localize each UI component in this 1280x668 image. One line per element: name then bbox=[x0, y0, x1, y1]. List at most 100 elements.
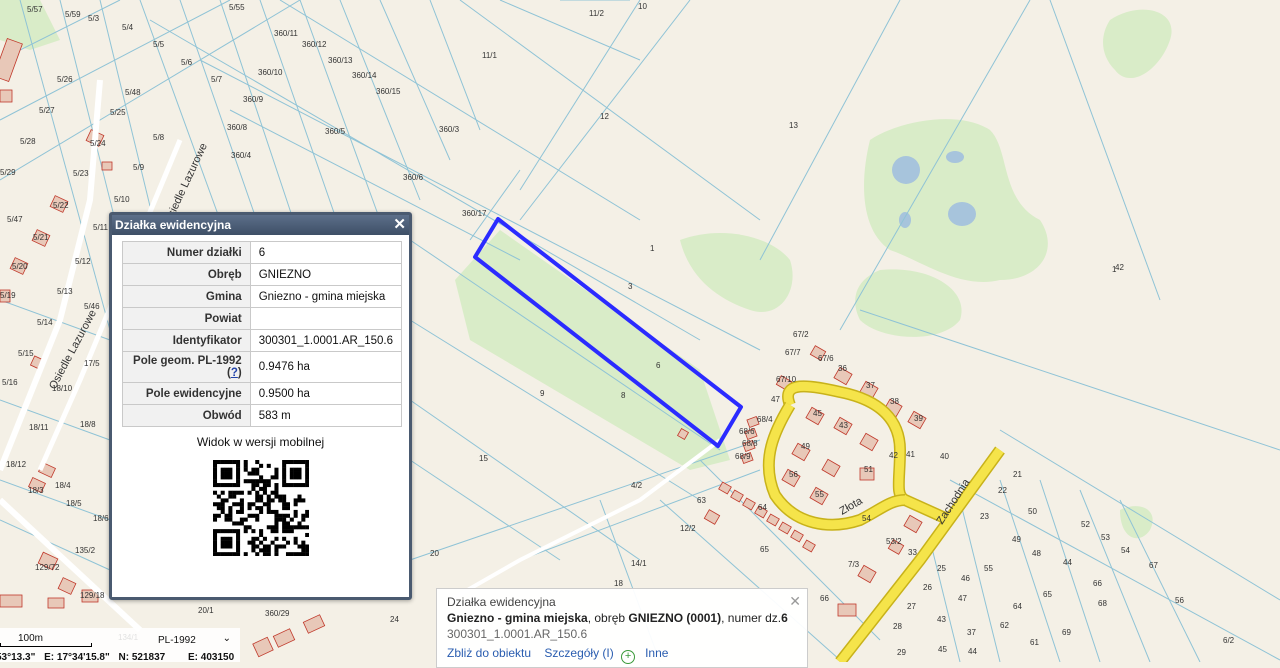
parcel-number-label: 18/3 bbox=[28, 486, 44, 495]
parcel-number-label: 5/25 bbox=[110, 108, 126, 117]
table-row: Pole ewidencyjne 0.9500 ha bbox=[122, 382, 403, 405]
attr-value: 6 bbox=[249, 241, 403, 264]
parcel-number-label: 44 bbox=[1063, 558, 1072, 567]
parcel-number-label: 1 bbox=[650, 244, 655, 253]
popup-header: Działka ewidencyjna ✕ bbox=[112, 215, 409, 235]
info-text: , obręb bbox=[587, 611, 629, 625]
parcel-number-label: 6 bbox=[656, 361, 661, 370]
attr-value: 300301_1.0001.AR_150.6 bbox=[249, 329, 403, 352]
parcel-number-label: 360/13 bbox=[328, 56, 353, 65]
table-row: Gmina Gniezno - gmina miejska bbox=[122, 285, 403, 308]
parcel-number-label: 64 bbox=[758, 503, 767, 512]
parcel-number-label: 5/57 bbox=[27, 5, 43, 14]
parcel-number-label: 5/48 bbox=[125, 88, 141, 97]
other-link[interactable]: Inne bbox=[645, 646, 668, 660]
table-row: Obwód 583 m bbox=[122, 404, 403, 427]
crs-select[interactable]: PL-1992 ⌄ bbox=[150, 633, 234, 648]
info-description: Gniezno - gmina miejska, obręb GNIEZNO (… bbox=[447, 611, 797, 625]
parcel-number-label: 22 bbox=[998, 486, 1007, 495]
info-obreb: GNIEZNO (0001) bbox=[628, 611, 722, 625]
parcel-number-label: 67/10 bbox=[776, 375, 797, 384]
parcel-number-label: 18/4 bbox=[55, 481, 71, 490]
help-link[interactable]: ? bbox=[231, 367, 238, 379]
parcel-number-label: 65 bbox=[1043, 590, 1052, 599]
parcel-number-label: 15 bbox=[479, 454, 488, 463]
parcel-number-label: 67/7 bbox=[785, 348, 801, 357]
parcel-number-label: 39 bbox=[914, 414, 923, 423]
attr-value bbox=[249, 307, 403, 330]
details-link[interactable]: Szczegóły (I) bbox=[544, 646, 613, 660]
parcel-number-label: 24 bbox=[390, 615, 399, 624]
zoom-to-object-link[interactable]: Zbliż do obiektu bbox=[447, 646, 531, 660]
parcel-number-label: 45 bbox=[938, 645, 947, 654]
parcel-number-label: 5/4 bbox=[122, 23, 134, 32]
scale-line bbox=[0, 643, 92, 647]
parcel-number-label: 7/3 bbox=[848, 560, 860, 569]
parcel-number-label: 9 bbox=[540, 389, 545, 398]
parcel-number-label: 12/2 bbox=[680, 524, 696, 533]
table-row: Obręb GNIEZNO bbox=[122, 263, 403, 286]
parcel-number-label: 129/18 bbox=[80, 591, 105, 600]
info-actions: Zbliż do obiektu Szczegóły (I) + Inne bbox=[447, 646, 797, 664]
parcel-number-label: 5/24 bbox=[90, 139, 106, 148]
parcel-number-label: 6/2 bbox=[1223, 636, 1235, 645]
parcel-number-label: 21 bbox=[1013, 470, 1022, 479]
parcel-number-label: 49 bbox=[801, 442, 810, 451]
parcel-number-label: 5/10 bbox=[114, 195, 130, 204]
parcel-number-label: 26 bbox=[923, 583, 932, 592]
attr-value: 0.9476 ha bbox=[249, 351, 403, 383]
cursor-coordinates: 53°13.3" E: 17°34'15.8" N: 521837 E: 403… bbox=[0, 652, 240, 663]
parcel-number-label: 37 bbox=[967, 628, 976, 637]
parcel-number-label: 5/15 bbox=[18, 349, 34, 358]
parcel-number-label: 56 bbox=[1175, 596, 1184, 605]
parcel-number-label: 65 bbox=[760, 545, 769, 554]
parcel-number-label: 360/15 bbox=[376, 87, 401, 96]
coord-e: E: 403150 bbox=[187, 652, 235, 663]
attr-value: 0.9500 ha bbox=[249, 382, 403, 405]
info-number: 6 bbox=[781, 611, 788, 625]
parcel-number-label: 29 bbox=[897, 648, 906, 657]
parcel-number-label: 360/29 bbox=[265, 609, 290, 618]
parcel-number-label: 67/2 bbox=[793, 330, 809, 339]
info-gmina: Gniezno - gmina miejska bbox=[447, 611, 588, 625]
parcel-number-label: 8 bbox=[621, 391, 626, 400]
parcel-number-label: 41 bbox=[906, 450, 915, 459]
parcel-number-label: 48 bbox=[1032, 549, 1041, 558]
parcel-number-label: 53/2 bbox=[886, 537, 902, 546]
parcel-number-label: 360/11 bbox=[274, 29, 298, 38]
parcel-number-label: 129/72 bbox=[35, 563, 60, 572]
parcel-number-label: 11/1 bbox=[482, 51, 498, 60]
parcel-number-label: 5/55 bbox=[229, 3, 245, 12]
parcel-number-label: 360/9 bbox=[243, 95, 264, 104]
parcel-number-label: 5/26 bbox=[57, 75, 73, 84]
parcel-number-label: 54 bbox=[862, 514, 871, 523]
parcel-number-label: 67 bbox=[1149, 561, 1158, 570]
parcel-number-label: 66 bbox=[1093, 579, 1102, 588]
parcel-number-label: 360/10 bbox=[258, 68, 283, 77]
parcel-number-label: 13 bbox=[789, 121, 798, 130]
parcel-number-label: 51 bbox=[864, 465, 873, 474]
parcel-number-label: 5/16 bbox=[2, 378, 18, 387]
close-icon[interactable]: ✕ bbox=[393, 215, 406, 235]
parcel-number-label: 69 bbox=[1062, 628, 1071, 637]
parcel-number-label: 18/10 bbox=[52, 384, 73, 393]
attr-key: Obwód bbox=[122, 404, 251, 427]
parcel-number-label: 23 bbox=[980, 512, 989, 521]
parcel-number-label: 38 bbox=[890, 397, 899, 406]
attr-key: Numer działki bbox=[122, 241, 251, 264]
parcel-number-label: 47 bbox=[958, 594, 967, 603]
close-icon[interactable]: ✕ bbox=[789, 593, 801, 610]
parcel-number-label: 45 bbox=[813, 409, 822, 418]
coord-lat: 53°13.3" bbox=[0, 652, 36, 663]
parcel-number-label: 5/6 bbox=[181, 58, 193, 67]
parcel-number-label: 20/1 bbox=[198, 606, 214, 615]
parcel-number-label: 47 bbox=[771, 395, 780, 404]
qr-code[interactable] bbox=[212, 460, 309, 556]
identify-result-box: ✕ Działka ewidencyjna Gniezno - gmina mi… bbox=[436, 588, 808, 668]
parcel-number-label: 14/1 bbox=[631, 559, 647, 568]
info-identifier: 300301_1.0001.AR_150.6 bbox=[447, 627, 588, 641]
popup-title: Działka ewidencyjna bbox=[115, 218, 232, 232]
table-row: Identyfikator 300301_1.0001.AR_150.6 bbox=[122, 329, 403, 352]
parcel-number-label: 63 bbox=[697, 496, 706, 505]
parcel-number-label: 5/11 bbox=[93, 223, 109, 232]
